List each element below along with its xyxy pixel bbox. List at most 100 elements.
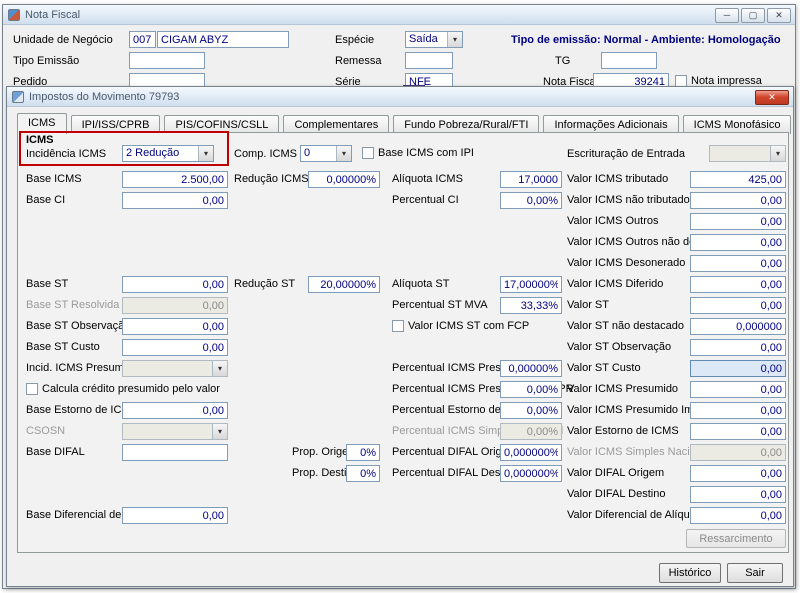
valor-st-custo-field[interactable] <box>690 360 786 377</box>
valor-st-custo-label: Valor ST Custo <box>567 362 641 374</box>
valor-st-label: Valor ST <box>567 299 609 311</box>
percentual-ci-label: Percentual CI <box>392 194 459 206</box>
historico-button[interactable]: Histórico <box>659 563 721 583</box>
valor-icms-simples-label: Valor ICMS Simples Nacional <box>567 446 711 458</box>
csosn-dropdown: ▾ <box>122 423 228 440</box>
tipo-emissao-label: Tipo Emissão <box>13 55 80 67</box>
base-ci-field[interactable] <box>122 192 228 209</box>
valor-diferencial-aliquota-label: Valor Diferencial de Alíquota <box>567 509 705 521</box>
percentual-difal-origem-field[interactable] <box>500 444 562 461</box>
valor-icms-outros-field[interactable] <box>690 213 786 230</box>
chevron-down-icon: ▾ <box>447 32 462 47</box>
base-st-custo-label: Base ST Custo <box>26 341 100 353</box>
csosn-value <box>123 424 212 439</box>
nota-fiscal-titlebar[interactable]: Nota Fiscal ─ ▢ ✕ <box>3 5 795 25</box>
tab-strip: ICMS IPI/ISS/CPRB PIS/COFINS/CSLL Comple… <box>17 113 792 134</box>
valor-icms-diferido-label: Valor ICMS Diferido <box>567 278 664 290</box>
percentual-difal-destino-field[interactable] <box>500 465 562 482</box>
valor-icms-nao-tributado-field[interactable] <box>690 192 786 209</box>
impostos-dialog-titlebar[interactable]: Impostos do Movimento 79793 ✕ <box>7 87 793 107</box>
base-diferencial-aliq-field[interactable] <box>122 507 228 524</box>
aliquota-st-field[interactable] <box>500 276 562 293</box>
base-icms-label: Base ICMS <box>26 173 82 185</box>
desktop: { "colors": {"accent_navy": "#000080", "… <box>0 0 800 593</box>
minimize-icon[interactable]: ─ <box>715 8 739 23</box>
app-icon <box>8 8 20 21</box>
especie-label: Espécie <box>335 34 375 46</box>
sair-button[interactable]: Sair <box>727 563 783 583</box>
tipo-emissao-field[interactable] <box>129 52 205 69</box>
valor-diferencial-aliquota-field[interactable] <box>690 507 786 524</box>
unidade-name-field[interactable] <box>157 31 289 48</box>
chevron-down-icon: ▾ <box>336 146 351 161</box>
comp-icms-dropdown[interactable]: 0 ▾ <box>300 145 352 162</box>
unidade-code-field[interactable] <box>129 31 156 48</box>
close-icon[interactable]: ✕ <box>767 8 791 23</box>
reducao-st-field[interactable] <box>308 276 380 293</box>
valor-icms-desonerado-field[interactable] <box>690 255 786 272</box>
tab-icms[interactable]: ICMS <box>17 113 67 134</box>
valor-icms-presumido-label: Valor ICMS Presumido <box>567 383 679 395</box>
base-st-observacao-label: Base ST Observação <box>26 320 131 332</box>
incid-icms-presumido-dropdown[interactable]: ▾ <box>122 360 228 377</box>
aliquota-st-label: Alíquota ST <box>392 278 450 290</box>
incidencia-icms-dropdown[interactable]: 2 Redução ▾ <box>122 145 214 162</box>
valor-icms-presumido-imp-pr-field[interactable] <box>690 402 786 419</box>
incidencia-icms-label: Incidência ICMS <box>26 148 107 160</box>
dialog-close-icon[interactable]: ✕ <box>755 90 789 105</box>
percentual-ci-field[interactable] <box>500 192 562 209</box>
base-estorno-icms-field[interactable] <box>122 402 228 419</box>
maximize-icon[interactable]: ▢ <box>741 8 765 23</box>
reducao-icms-field[interactable] <box>308 171 380 188</box>
valor-st-nao-destacado-field[interactable] <box>690 318 786 335</box>
base-st-custo-field[interactable] <box>122 339 228 356</box>
valor-icms-nao-tributado-label: Valor ICMS não tributado <box>567 194 690 206</box>
valor-icms-st-com-fcp-checkbox[interactable]: Valor ICMS ST com FCP <box>392 320 529 332</box>
valor-st-nao-destacado-label: Valor ST não destacado <box>567 320 685 332</box>
percentual-icms-presumido-field[interactable] <box>500 360 562 377</box>
valor-difal-origem-field[interactable] <box>690 465 786 482</box>
dialog-title: Impostos do Movimento 79793 <box>29 90 180 103</box>
valor-st-field[interactable] <box>690 297 786 314</box>
base-icms-com-ipi-checkbox[interactable]: Base ICMS com IPI <box>362 147 474 159</box>
base-difal-field[interactable] <box>122 444 228 461</box>
percentual-st-mva-field[interactable] <box>500 297 562 314</box>
dialog-icon <box>12 90 24 103</box>
tg-field[interactable] <box>601 52 657 69</box>
checkbox-box <box>362 147 374 159</box>
base-icms-field[interactable] <box>122 171 228 188</box>
calcula-credito-checkbox[interactable]: Calcula crédito presumido pelo valor <box>26 383 220 395</box>
tg-label: TG <box>555 55 571 67</box>
valor-st-observacao-label: Valor ST Observação <box>567 341 672 353</box>
valor-st-observacao-field[interactable] <box>690 339 786 356</box>
ressarcimento-button: Ressarcimento <box>686 529 786 548</box>
calcula-credito-label: Calcula crédito presumido pelo valor <box>42 383 220 395</box>
prop-origem-field[interactable] <box>346 444 380 461</box>
base-st-field[interactable] <box>122 276 228 293</box>
base-icms-com-ipi-label: Base ICMS com IPI <box>378 147 474 159</box>
especie-dropdown[interactable]: Saída ▾ <box>405 31 463 48</box>
comp-icms-label: Comp. ICMS <box>234 148 297 160</box>
valor-icms-outros-nao-dest-field[interactable] <box>690 234 786 251</box>
percentual-estorno-icms-field[interactable] <box>500 402 562 419</box>
escrituracao-entrada-value <box>710 146 770 161</box>
valor-icms-st-com-fcp-label: Valor ICMS ST com FCP <box>408 320 530 332</box>
valor-difal-destino-field[interactable] <box>690 486 786 503</box>
checkbox-box <box>392 320 404 332</box>
aliquota-icms-label: Alíquota ICMS <box>392 173 463 185</box>
percentual-icms-simples-field <box>500 423 562 440</box>
valor-difal-destino-label: Valor DIFAL Destino <box>567 488 666 500</box>
valor-icms-presumido-field[interactable] <box>690 381 786 398</box>
aliquota-icms-field[interactable] <box>500 171 562 188</box>
valor-icms-tributado-field[interactable] <box>690 171 786 188</box>
prop-destino-field[interactable] <box>346 465 380 482</box>
base-st-observacao-field[interactable] <box>122 318 228 335</box>
especie-value: Saída <box>409 33 438 45</box>
valor-estorno-icms-field[interactable] <box>690 423 786 440</box>
valor-icms-diferido-field[interactable] <box>690 276 786 293</box>
reducao-st-label: Redução ST <box>234 278 296 290</box>
escrituracao-entrada-dropdown[interactable]: ▾ <box>709 145 786 162</box>
percentual-icms-presumido-imp-pr-field[interactable] <box>500 381 562 398</box>
remessa-field[interactable] <box>405 52 453 69</box>
valor-estorno-icms-label: Valor Estorno de ICMS <box>567 425 679 437</box>
